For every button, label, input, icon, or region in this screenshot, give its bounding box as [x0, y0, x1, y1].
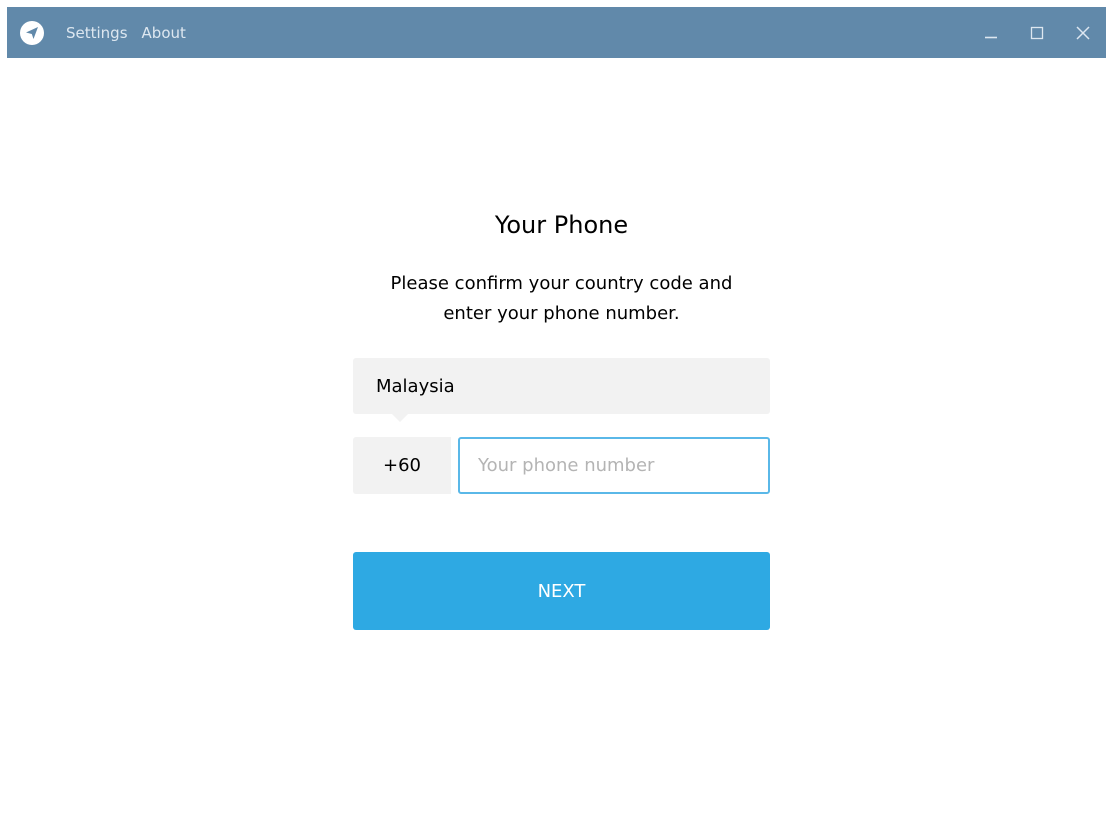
menu-about[interactable]: About — [142, 24, 186, 42]
page-description: Please confirm your country code and ent… — [390, 273, 733, 324]
phone-number-input[interactable] — [458, 437, 770, 494]
title-bar: Settings About — [7, 7, 1106, 58]
country-selector[interactable]: Malaysia — [353, 358, 770, 422]
close-icon — [1076, 25, 1090, 40]
country-code-field[interactable]: +60 — [353, 437, 451, 494]
app-window: Settings About Your Phone Please confirm… — [0, 0, 1106, 829]
login-form: Your Phone Please confirm your country c… — [353, 205, 770, 630]
country-pointer-arrow — [391, 413, 409, 422]
maximize-button[interactable] — [1014, 7, 1060, 58]
telegram-logo-icon — [20, 20, 44, 45]
window-controls — [968, 7, 1106, 58]
next-button[interactable]: NEXT — [353, 552, 770, 630]
minimize-icon — [985, 36, 997, 38]
minimize-button[interactable] — [968, 7, 1014, 58]
close-button[interactable] — [1060, 7, 1106, 58]
country-name: Malaysia — [376, 375, 455, 397]
phone-row: +60 — [353, 437, 770, 494]
menu-settings[interactable]: Settings — [66, 24, 128, 42]
maximize-icon — [1030, 26, 1044, 39]
page-title: Your Phone — [494, 211, 629, 239]
